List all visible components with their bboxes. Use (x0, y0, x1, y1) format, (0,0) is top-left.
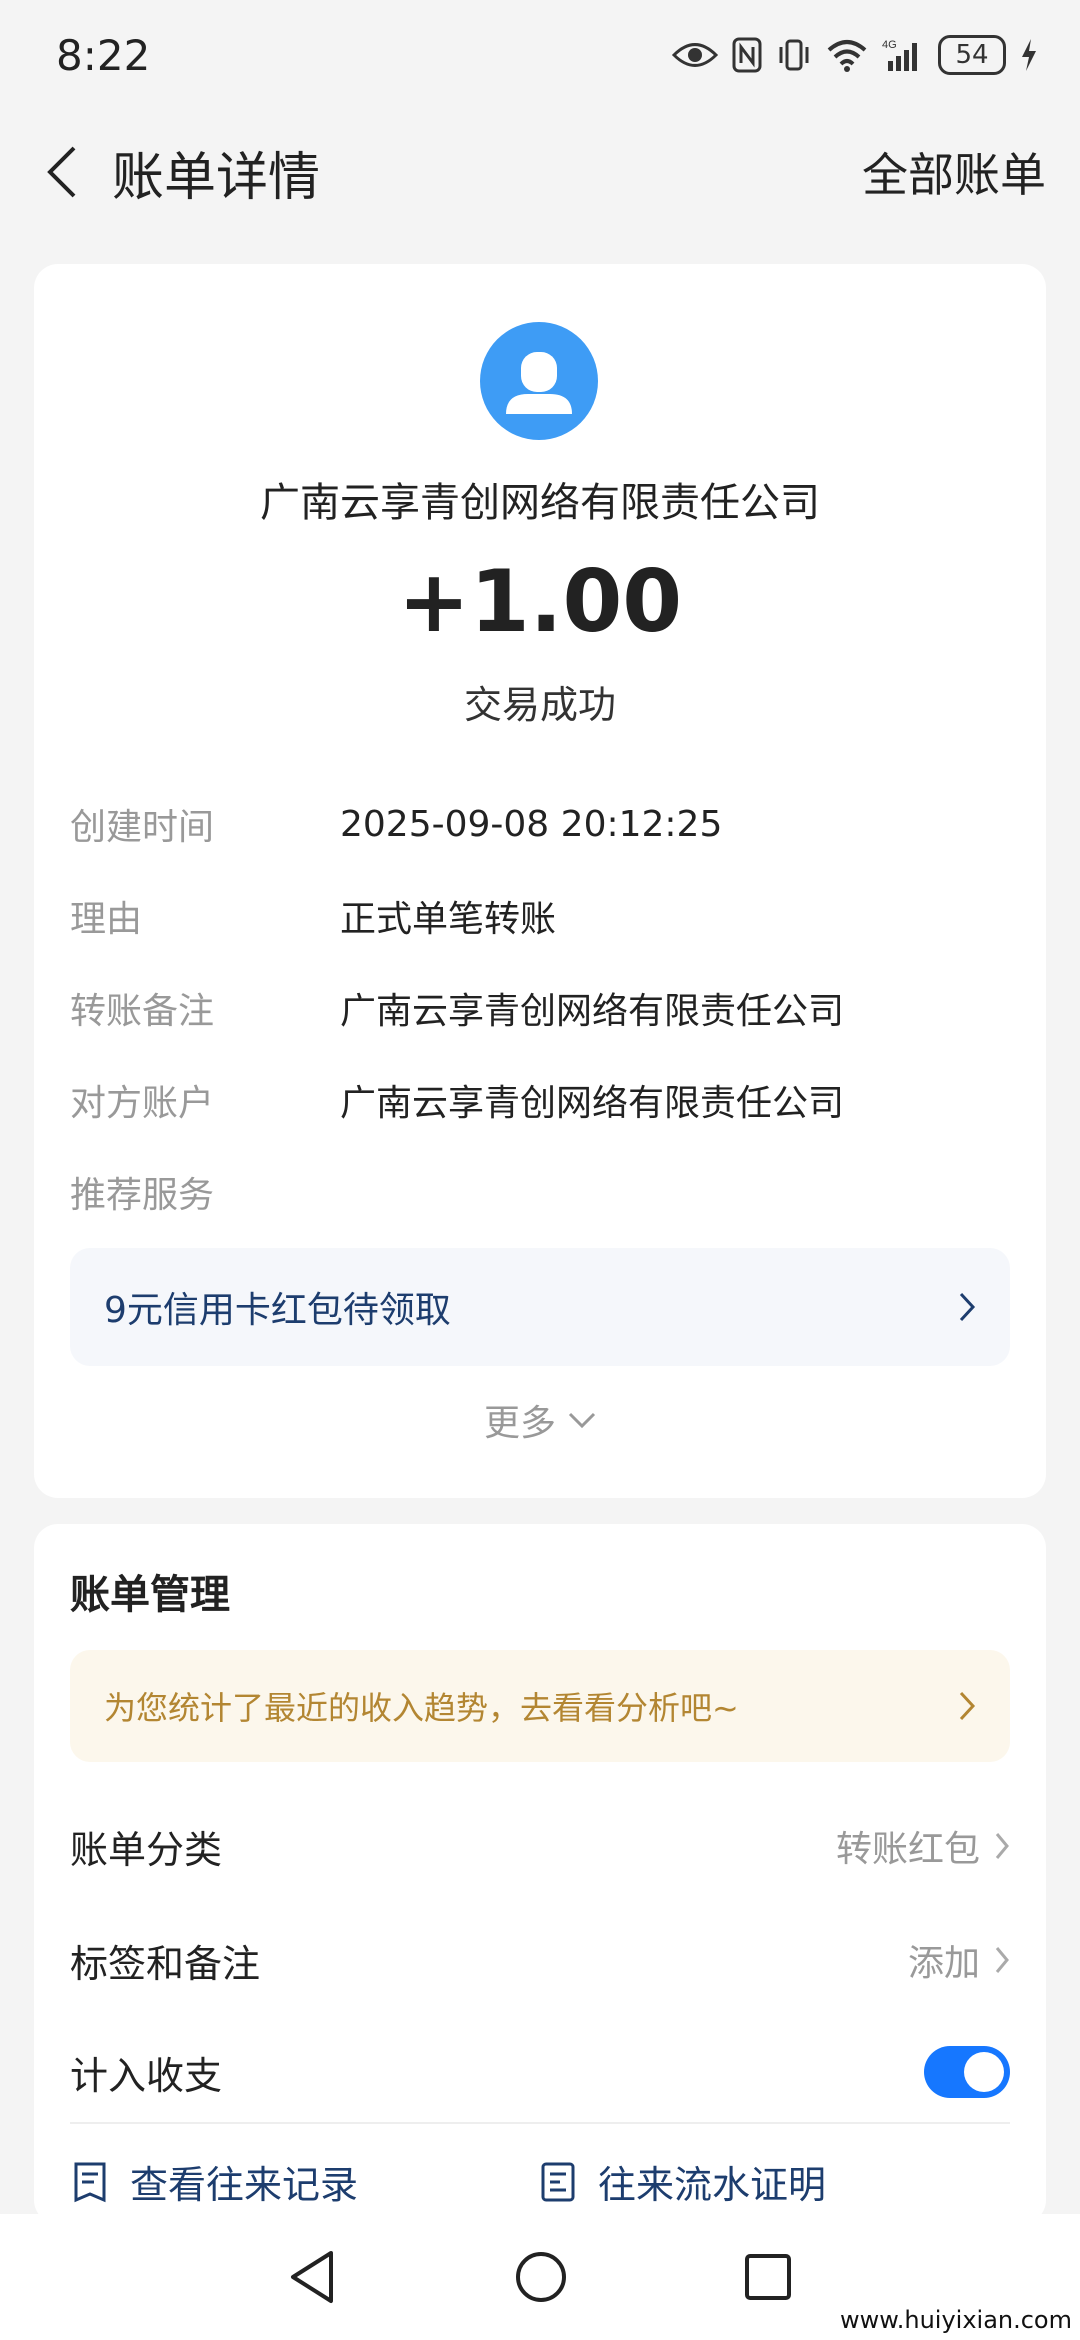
tags-remarks-value: 添加 (907, 1943, 980, 1984)
chevron-right-icon (995, 1833, 1009, 1859)
page-title: 账单详情 (112, 147, 321, 208)
more-button[interactable]: 更多 (34, 1394, 1046, 1446)
all-bills-link[interactable]: 全部账单 (862, 139, 1046, 205)
detail-label: 推荐服务 (70, 1175, 215, 1216)
bill-category-label: 账单分类 (70, 1827, 223, 1872)
merchant-name: 广南云享青创网络有限责任公司 (260, 480, 820, 526)
wifi-icon (827, 40, 867, 72)
back-arrow-icon (47, 146, 76, 198)
signal-icon: 4G (882, 39, 917, 71)
divider (70, 2122, 1010, 2124)
transaction-card: 广南云享青创网络有限责任公司 +1.00 交易成功 创建时间 2025-09-0… (34, 264, 1046, 1498)
view-records-link[interactable]: 查看往来记录 (70, 2154, 358, 2209)
nfc-icon (732, 37, 762, 73)
detail-row-reason: 理由 正式单笔转账 (70, 886, 1010, 946)
user-icon (506, 352, 572, 414)
chevron-right-icon (995, 1947, 1009, 1973)
top-nav: 账单详情 全部账单 (0, 120, 1080, 224)
chevron-down-icon (568, 1412, 596, 1429)
nav-home-icon[interactable] (513, 2249, 569, 2305)
more-label: 更多 (483, 1403, 556, 1444)
records-icon (74, 2162, 106, 2202)
detail-value: 2025-09-08 20:12:25 (340, 803, 723, 845)
detail-row-counterparty: 对方账户 广南云享青创网络有限责任公司 (70, 1070, 1010, 1130)
status-bar: 8:22 4G 54 (0, 0, 1080, 110)
promo-text: 9元信用卡红包待领取 (104, 1290, 451, 1331)
detail-value: 广南云享青创网络有限责任公司 (340, 991, 845, 1032)
section-title: 账单管理 (70, 1572, 230, 1618)
bill-management-card: 账单管理 为您统计了最近的收入趋势，去看看分析吧~ 账单分类 转账红包 标签和备… (34, 1524, 1046, 2224)
view-records-label: 查看往来记录 (130, 2163, 359, 2207)
vibrate-icon (779, 39, 809, 71)
detail-row-created-time: 创建时间 2025-09-08 20:12:25 (70, 794, 1010, 854)
detail-label: 转账备注 (70, 991, 215, 1032)
income-trend-banner[interactable]: 为您统计了最近的收入趋势，去看看分析吧~ (70, 1650, 1010, 1762)
watermark: www.huiyixian.com (840, 2306, 1072, 2334)
nav-back-icon[interactable] (287, 2249, 339, 2305)
detail-label: 创建时间 (70, 807, 215, 848)
insight-text: 为您统计了最近的收入趋势，去看看分析吧~ (104, 1689, 739, 1727)
transaction-amount: +1.00 (397, 552, 683, 652)
chevron-right-icon (959, 1292, 976, 1322)
toggle-knob (964, 2052, 1004, 2092)
include-in-stats-toggle[interactable] (924, 2046, 1010, 2098)
chevron-right-icon (959, 1691, 976, 1721)
avatar (480, 322, 598, 440)
detail-row-remark: 转账备注 广南云享青创网络有限责任公司 (70, 978, 1010, 1038)
transaction-status: 交易成功 (463, 683, 616, 727)
detail-row-recommended: 推荐服务 (70, 1162, 1010, 1222)
nav-recents-icon[interactable] (743, 2252, 793, 2302)
status-icons: 4G 54 (672, 35, 1038, 75)
bill-category-row[interactable]: 账单分类 转账红包 (70, 1806, 1010, 1886)
statement-proof-link[interactable]: 往来流水证明 (538, 2154, 826, 2209)
credit-card-promo[interactable]: 9元信用卡红包待领取 (70, 1248, 1010, 1366)
statement-proof-label: 往来流水证明 (598, 2163, 827, 2207)
tags-remarks-row[interactable]: 标签和备注 添加 (70, 1920, 1010, 2000)
charging-icon (1022, 39, 1036, 71)
battery-indicator: 54 (938, 35, 1006, 75)
include-in-stats-label: 计入收支 (70, 2053, 223, 2098)
detail-label: 理由 (70, 899, 143, 940)
include-in-stats-row: 计入收支 (70, 2032, 1010, 2112)
svg-text:4G: 4G (882, 39, 897, 51)
document-icon (541, 2162, 575, 2201)
eye-icon (672, 43, 718, 67)
detail-label: 对方账户 (70, 1083, 215, 1124)
status-time: 8:22 (56, 30, 151, 80)
back-button[interactable] (12, 120, 112, 224)
tags-remarks-label: 标签和备注 (70, 1941, 261, 1986)
bill-category-value: 转账红包 (835, 1829, 980, 1870)
detail-value: 广南云享青创网络有限责任公司 (340, 1083, 845, 1124)
detail-value: 正式单笔转账 (340, 899, 557, 940)
